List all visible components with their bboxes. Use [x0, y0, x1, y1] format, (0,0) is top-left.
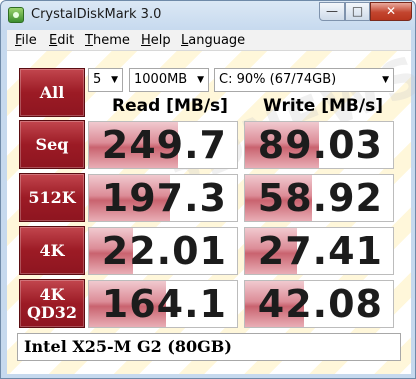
menu-help-label: elp [150, 33, 171, 48]
test-size-select[interactable]: 1000MB ▼ [129, 68, 209, 92]
512k-button[interactable]: 512K [19, 173, 85, 222]
test-count-select[interactable]: 5 ▼ [88, 68, 123, 92]
menu-file-label: ile [21, 33, 37, 48]
menu-edit-label: dit [57, 33, 75, 48]
all-button-label: All [39, 82, 65, 102]
menu-language[interactable]: Language [181, 33, 245, 48]
drive-value: C: 90% (67/74GB) [219, 72, 337, 87]
menu-edit-mnemonic: E [49, 33, 58, 48]
maximize-button[interactable]: □ [345, 2, 370, 21]
menu-theme[interactable]: Theme [85, 33, 130, 48]
4k-write-cell: 27.41 [244, 227, 394, 275]
read-header: Read [MB/s] [112, 96, 228, 116]
chevron-down-icon: ▼ [382, 75, 389, 85]
menu-language-label: anguage [188, 33, 246, 48]
seq-read-value: 249.7 [101, 123, 227, 167]
512k-button-label: 512K [28, 187, 76, 207]
4k-qd32-write-cell: 42.08 [244, 280, 394, 328]
seq-button-label: Seq [35, 134, 69, 154]
all-button[interactable]: All [19, 68, 85, 117]
4k-qd32-read-value: 164.1 [101, 282, 227, 326]
menu-help-mnemonic: H [141, 33, 151, 48]
seq-button[interactable]: Seq [19, 120, 85, 169]
test-size-value: 1000MB [134, 72, 188, 87]
drive-select[interactable]: C: 90% (67/74GB) ▼ [214, 68, 394, 92]
window-title: CrystalDiskMark 3.0 [31, 7, 162, 22]
seq-write-value: 89.03 [257, 123, 383, 167]
app-icon [8, 7, 24, 23]
seq-write-cell: 89.03 [244, 121, 394, 169]
4k-qd32-button[interactable]: 4K QD32 [19, 279, 85, 328]
menu-theme-label: heme [92, 33, 130, 48]
comment-field[interactable]: Intel X25-M G2 (80GB) [17, 333, 401, 361]
512k-write-cell: 58.92 [244, 174, 394, 222]
4k-qd32-write-value: 42.08 [257, 282, 383, 326]
test-count-value: 5 [93, 72, 102, 87]
512k-read-value: 197.3 [101, 176, 227, 220]
write-header: Write [MB/s] [263, 96, 383, 116]
4k-button[interactable]: 4K [19, 226, 85, 275]
4k-read-cell: 22.01 [88, 227, 238, 275]
close-button[interactable]: ✕ [370, 2, 412, 21]
chevron-down-icon: ▼ [111, 75, 118, 85]
menu-bar: File Edit Theme Help Language [7, 30, 411, 51]
menu-edit[interactable]: Edit [49, 33, 74, 48]
4k-write-value: 27.41 [257, 229, 383, 273]
title-bar[interactable]: CrystalDiskMark 3.0 — □ ✕ [1, 1, 415, 29]
4k-button-label: 4K [39, 240, 65, 260]
minimize-button[interactable]: — [319, 2, 345, 21]
512k-read-cell: 197.3 [88, 174, 238, 222]
menu-help[interactable]: Help [141, 33, 171, 48]
512k-write-value: 58.92 [257, 176, 383, 220]
chevron-down-icon: ▼ [197, 75, 204, 85]
app-window: CrystalDiskMark 3.0 — □ ✕ File Edit Them… [0, 0, 416, 379]
seq-read-cell: 249.7 [88, 121, 238, 169]
4k-qd32-button-label: 4K QD32 [26, 284, 78, 322]
menu-file[interactable]: File [15, 33, 37, 48]
menu-theme-mnemonic: T [85, 33, 93, 48]
4k-read-value: 22.01 [101, 229, 227, 273]
4k-qd32-read-cell: 164.1 [88, 280, 238, 328]
